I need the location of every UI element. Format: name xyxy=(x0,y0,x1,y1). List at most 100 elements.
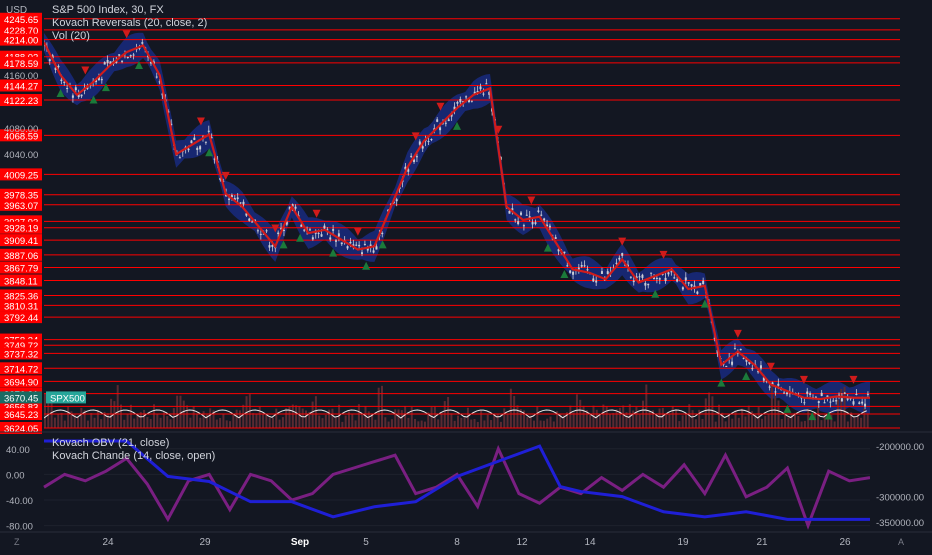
candle-body xyxy=(684,277,687,281)
candle-body xyxy=(615,262,618,264)
candle-body xyxy=(554,237,557,239)
candle-body xyxy=(282,229,285,231)
candle-body xyxy=(858,402,861,404)
time-axis[interactable]: 24 29 Sep 5 8 12 14 19 21 26 Z A xyxy=(0,531,932,550)
volume-bar xyxy=(301,408,304,428)
volume-bar xyxy=(499,421,502,428)
volume-bar xyxy=(572,412,575,428)
candle-body xyxy=(100,78,103,81)
volume-bar xyxy=(93,417,96,428)
candle-body xyxy=(803,402,806,404)
candle-body xyxy=(178,157,181,159)
candle-body xyxy=(141,42,144,44)
volume-bar xyxy=(57,414,60,428)
volume-bar xyxy=(476,421,479,428)
volume-bar xyxy=(460,417,463,428)
candle-body xyxy=(459,99,462,103)
volume-bar xyxy=(737,417,740,428)
chart-canvas[interactable]: 4245.654228.704214.004188.024178.594144.… xyxy=(0,0,932,550)
volume-bar xyxy=(503,408,506,428)
volume-bar xyxy=(331,408,334,428)
candle-body xyxy=(106,59,109,64)
volume-bar xyxy=(486,414,489,428)
volume-bar xyxy=(860,417,863,428)
volume-bar xyxy=(275,408,278,428)
volume-bar xyxy=(542,420,545,428)
volume-bar xyxy=(209,408,212,428)
candle-body xyxy=(832,400,835,402)
volume-bar xyxy=(457,415,459,428)
symbol-badge: SPX500 xyxy=(50,393,85,404)
candle-body xyxy=(329,237,332,240)
candle-body xyxy=(731,361,734,365)
time-axis-label: 24 xyxy=(102,537,114,548)
candle-body xyxy=(71,95,74,98)
volume-bar xyxy=(397,409,400,428)
candle-body xyxy=(783,392,786,394)
volume-bar xyxy=(133,418,136,428)
volume-bar xyxy=(199,417,202,428)
volume-bar xyxy=(443,401,446,428)
tradingview-chart[interactable]: 4245.654228.704214.004188.024178.594144.… xyxy=(0,0,932,550)
volume-bar xyxy=(803,420,806,428)
candle-body xyxy=(456,101,459,104)
level-label: 3694.90 xyxy=(4,377,38,388)
candle-body xyxy=(759,365,762,369)
volume-bar xyxy=(470,419,473,428)
volume-bar xyxy=(770,385,773,428)
candle-body xyxy=(80,94,83,97)
volume-bar xyxy=(281,417,284,428)
volume-bar xyxy=(820,420,823,428)
volume-bar xyxy=(232,414,235,428)
time-axis-label: 12 xyxy=(516,537,528,548)
volume-bar xyxy=(423,421,426,428)
candle-body xyxy=(667,272,670,275)
volume-bar xyxy=(400,410,403,428)
candle-body xyxy=(655,277,658,279)
candle-body xyxy=(410,155,413,157)
volume-bar xyxy=(569,405,572,428)
level-label: 3810.31 xyxy=(4,301,38,312)
volume-bar xyxy=(384,417,387,428)
candle-body xyxy=(311,237,314,240)
time-axis-label: 14 xyxy=(584,537,596,548)
volume-bar xyxy=(219,417,222,428)
volume-bar xyxy=(146,416,149,428)
level-label: 3909.41 xyxy=(4,236,38,247)
candle-body xyxy=(349,241,352,244)
subpane-right-tick: -350000.00 xyxy=(876,518,924,529)
candle-body xyxy=(337,233,340,237)
candle-body xyxy=(583,265,586,267)
volume-bar xyxy=(668,414,671,428)
price-axis-tick: 4080.00 xyxy=(4,124,38,135)
time-axis-label: 26 xyxy=(839,537,851,548)
candle-body xyxy=(375,246,378,250)
candle-body xyxy=(774,391,777,393)
candle-body xyxy=(239,202,242,204)
volume-bar xyxy=(314,396,317,428)
volume-bar xyxy=(704,398,707,428)
volume-bar xyxy=(675,409,678,428)
candle-body xyxy=(861,401,864,404)
auto-scale-button[interactable]: A xyxy=(898,537,904,547)
candle-body xyxy=(421,146,424,149)
right-indicator-axis[interactable]: -200000.00 -300000.00 -350000.00 xyxy=(870,432,932,532)
candle-body xyxy=(696,291,699,294)
candle-body xyxy=(361,252,364,255)
log-scale-button[interactable]: Z xyxy=(14,537,20,547)
candle-body xyxy=(733,348,736,350)
candle-body xyxy=(436,119,439,122)
volume-bar xyxy=(222,413,225,428)
volume-bar xyxy=(430,407,433,428)
candle-body xyxy=(199,146,202,150)
candle-body xyxy=(586,269,589,271)
candle-body xyxy=(543,218,546,221)
volume-bar xyxy=(381,385,384,428)
volume-bar xyxy=(532,420,535,428)
volume-bar xyxy=(661,407,664,428)
candle-body xyxy=(658,278,661,280)
candle-body xyxy=(768,386,771,388)
level-label: 4122.23 xyxy=(4,96,38,107)
volume-bar xyxy=(404,406,407,428)
subpane-left-tick: 40.00 xyxy=(6,445,30,456)
